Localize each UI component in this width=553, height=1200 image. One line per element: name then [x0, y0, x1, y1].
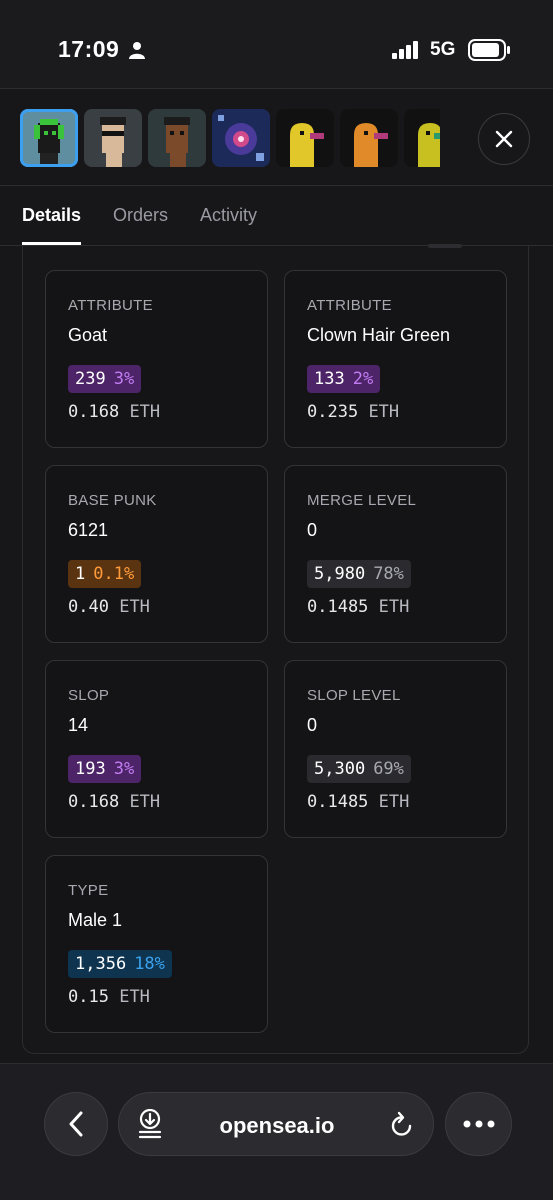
floor-price: 0.40 ETH	[68, 597, 150, 617]
trait-type: SLOP	[68, 687, 110, 704]
rarity-badge: 5,300 69%	[307, 755, 411, 783]
trait-percent: 0.1%	[93, 564, 135, 584]
item-sheet: Details Orders Activity ATTRIBUTE Goat 2…	[0, 88, 553, 1097]
price-unit: ETH	[378, 792, 410, 812]
person-icon	[129, 42, 145, 59]
trait-card[interactable]: ATTRIBUTE Clown Hair Green 133 2% 0.235 …	[284, 270, 507, 448]
rarity-badge: 1,356 18%	[68, 950, 172, 978]
tab-bar: Details Orders Activity	[22, 205, 257, 245]
price-unit: ETH	[119, 987, 150, 1007]
floor-price: 0.235 ETH	[307, 402, 399, 422]
trait-card[interactable]: SLOP LEVEL 0 5,300 69% 0.1485 ETH	[284, 660, 507, 838]
tab-activity[interactable]: Activity	[200, 205, 257, 245]
url-text: opensea.io	[219, 1113, 335, 1138]
tab-details[interactable]: Details	[22, 205, 82, 245]
browser-toolbar: opensea.io	[0, 1063, 553, 1200]
floor-price: 0.168 ETH	[68, 402, 160, 422]
trait-type: SLOP LEVEL	[307, 687, 401, 704]
price-value: 0.1485	[307, 597, 369, 617]
trait-count: 133	[314, 369, 345, 389]
close-button[interactable]	[478, 113, 530, 165]
thumbnail-yellow-creature-2[interactable]	[404, 109, 440, 167]
more-options-button[interactable]	[445, 1092, 512, 1156]
address-bar[interactable]: opensea.io	[118, 1092, 434, 1156]
price-value: 0.168	[68, 792, 120, 812]
trait-card[interactable]: BASE PUNK 6121 1 0.1% 0.40 ETH	[45, 465, 268, 643]
price-unit: ETH	[129, 402, 161, 422]
rarity-badge: 193 3%	[68, 755, 142, 783]
cellular-signal-icon	[392, 41, 418, 59]
trait-count: 5,980	[314, 564, 366, 584]
trait-value: 0	[307, 715, 318, 735]
floor-price: 0.168 ETH	[68, 792, 160, 812]
reload-icon[interactable]	[389, 1111, 415, 1139]
floor-price: 0.15 ETH	[68, 987, 150, 1007]
trait-type: BASE PUNK	[68, 492, 157, 509]
price-unit: ETH	[378, 597, 410, 617]
trait-type: MERGE LEVEL	[307, 492, 417, 509]
thumbnail-yellow-creature-1[interactable]	[276, 109, 334, 167]
back-button[interactable]	[44, 1092, 108, 1156]
trait-value: Clown Hair Green	[307, 325, 451, 345]
price-unit: ETH	[119, 597, 150, 617]
thumbnail-punk-sunglasses[interactable]	[84, 109, 142, 167]
traits-panel: ATTRIBUTE Goat 239 3% 0.168 ETH ATTRIBUT…	[22, 244, 529, 1054]
trait-type: TYPE	[68, 882, 109, 899]
thumbnail-strip[interactable]	[20, 109, 440, 167]
status-bar: 17:09 5G	[0, 0, 553, 88]
status-time: 17:09	[58, 36, 120, 62]
tab-orders[interactable]: Orders	[113, 205, 168, 245]
network-type: 5G	[430, 39, 456, 60]
rarity-badge: 1 0.1%	[68, 560, 142, 588]
rarity-badge: 5,980 78%	[307, 560, 411, 588]
price-value: 0.235	[307, 402, 359, 422]
trait-percent: 2%	[352, 369, 374, 389]
trait-card[interactable]: SLOP 14 193 3% 0.168 ETH	[45, 660, 268, 838]
trait-value: 14	[68, 715, 89, 735]
price-unit: ETH	[368, 402, 400, 422]
trait-count: 5,300	[314, 759, 366, 779]
trait-value: Goat	[68, 325, 108, 345]
trait-percent: 3%	[113, 759, 135, 779]
thumbnail-punk-green-headphones[interactable]	[20, 109, 78, 167]
thumbnail-punk-dark[interactable]	[148, 109, 206, 167]
trait-count: 239	[75, 369, 106, 389]
trait-value: Male 1	[68, 910, 123, 930]
trait-card[interactable]: TYPE Male 1 1,356 18% 0.15 ETH	[45, 855, 268, 1033]
more-dots-icon	[463, 1120, 494, 1128]
collapse-handle[interactable]	[428, 244, 462, 248]
trait-card[interactable]: MERGE LEVEL 0 5,980 78% 0.1485 ETH	[284, 465, 507, 643]
chevron-left-icon	[69, 1111, 83, 1137]
floor-price: 0.1485 ETH	[307, 792, 409, 812]
trait-count: 193	[75, 759, 106, 779]
trait-value: 6121	[68, 520, 109, 540]
trait-count: 1,356	[75, 954, 127, 974]
trait-percent: 69%	[373, 759, 404, 779]
trait-percent: 18%	[134, 954, 165, 974]
rarity-badge: 133 2%	[307, 365, 381, 393]
trait-percent: 78%	[373, 564, 404, 584]
rarity-badge: 239 3%	[68, 365, 142, 393]
trait-card[interactable]: ATTRIBUTE Goat 239 3% 0.168 ETH	[45, 270, 268, 448]
trait-type: ATTRIBUTE	[307, 297, 392, 314]
trait-percent: 3%	[113, 369, 135, 389]
trait-type: ATTRIBUTE	[68, 297, 153, 314]
trait-value: 0	[307, 520, 318, 540]
price-value: 0.168	[68, 402, 120, 422]
price-unit: ETH	[129, 792, 161, 812]
close-icon	[495, 130, 513, 148]
trait-count: 1	[75, 564, 86, 584]
thumbnail-orange-creature[interactable]	[340, 109, 398, 167]
header-divider	[0, 185, 553, 186]
price-value: 0.15	[68, 987, 109, 1007]
price-value: 0.40	[68, 597, 109, 617]
thumbnail-cosmic-art[interactable]	[212, 109, 270, 167]
battery-icon	[468, 39, 510, 61]
floor-price: 0.1485 ETH	[307, 597, 409, 617]
price-value: 0.1485	[307, 792, 369, 812]
